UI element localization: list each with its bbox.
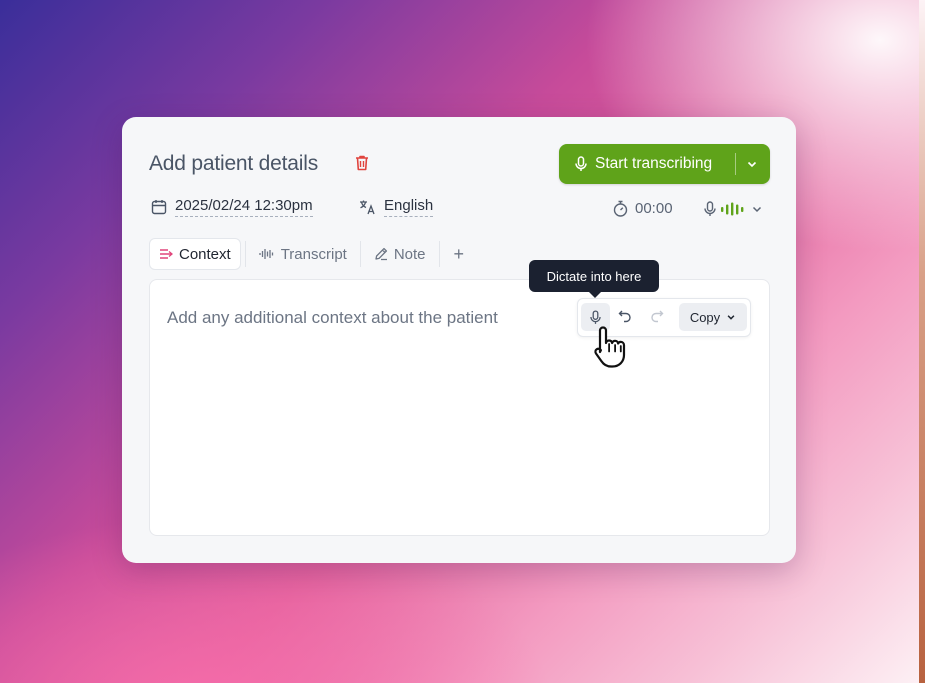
tab-context[interactable]: Context	[149, 238, 241, 270]
copy-label: Copy	[689, 309, 721, 325]
datetime-value: 2025/02/24 12:30pm	[175, 197, 313, 217]
language-value: English	[384, 197, 434, 217]
datetime-selector[interactable]: 2025/02/24 12:30pm	[151, 197, 313, 217]
tab-divider	[438, 241, 440, 267]
mic-icon	[704, 201, 716, 216]
timer-value: 00:00	[635, 200, 673, 217]
calendar-icon	[151, 200, 167, 215]
mic-icon	[590, 309, 601, 324]
stopwatch-icon	[613, 200, 628, 217]
chevron-down-icon	[727, 315, 735, 320]
start-transcribing-button[interactable]: Start transcribing	[559, 144, 770, 184]
session-timer: 00:00	[613, 200, 673, 217]
language-selector[interactable]: English	[359, 197, 434, 217]
chevron-down-icon[interactable]	[746, 158, 758, 170]
context-editor[interactable]: Add any additional context about the pat…	[149, 279, 770, 536]
tab-label: Note	[393, 245, 426, 263]
copy-button[interactable]: Copy	[679, 303, 747, 331]
waveform-icon	[259, 249, 273, 259]
mic-icon	[575, 156, 587, 171]
tab-bar: Context Transcript Note +	[149, 238, 474, 270]
audio-level-icon	[721, 202, 744, 216]
lines-icon	[160, 249, 173, 259]
dictate-tooltip: Dictate into here	[529, 260, 659, 298]
tab-label: Transcript	[280, 245, 347, 263]
button-divider	[735, 153, 736, 175]
add-tab-button[interactable]: +	[444, 244, 475, 265]
tab-label: Context	[179, 245, 231, 263]
trash-icon[interactable]	[355, 155, 369, 171]
tab-divider	[244, 241, 246, 267]
hand-pointer-icon	[594, 326, 626, 368]
window-edge	[919, 0, 925, 683]
translate-icon	[360, 200, 375, 215]
tab-divider	[359, 241, 361, 267]
pencil-icon	[375, 247, 387, 261]
editor-placeholder: Add any additional context about the pat…	[167, 308, 498, 327]
tab-transcript[interactable]: Transcript	[250, 239, 356, 269]
redo-icon[interactable]	[650, 309, 664, 323]
start-transcribing-label: Start transcribing	[595, 155, 713, 172]
patient-details-card: Add patient details Start transcribing 2…	[122, 117, 796, 563]
undo-icon[interactable]	[618, 309, 632, 323]
tab-note[interactable]: Note	[365, 239, 435, 269]
page-title: Add patient details	[149, 152, 318, 175]
chevron-down-icon	[752, 206, 762, 213]
microphone-level-selector[interactable]	[704, 201, 763, 217]
